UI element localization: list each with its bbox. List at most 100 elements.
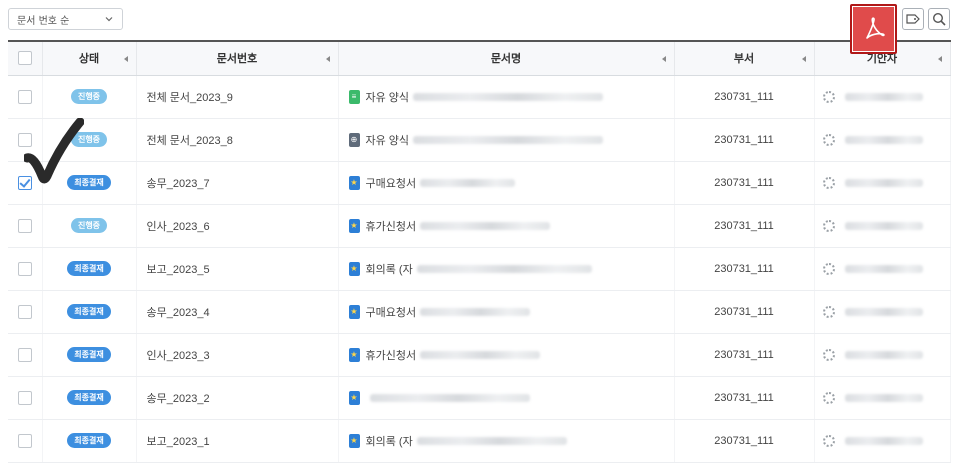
doc-no[interactable]: 송무_2023_2	[147, 393, 210, 405]
document-table: 상태 문서번호 문서명 부서 기안자 진행중 전체 문서_2023_9 ≡ 자유 양식…	[8, 40, 951, 463]
starred-document-icon: ★	[348, 304, 360, 319]
doc-no-cell: 송무_2023_4	[136, 290, 339, 334]
doc-no[interactable]: 인사_2023_3	[147, 350, 210, 362]
doc-name[interactable]: 자유 양식	[366, 135, 410, 147]
status-badge: 최종결재	[67, 175, 111, 190]
table-row[interactable]: 최종결재 인사_2023_3 ★ 휴가신청서 230731_111	[8, 333, 951, 377]
column-doc-name[interactable]: 문서명	[338, 41, 675, 76]
sort-order-select[interactable]: 문서 번호 순	[8, 8, 123, 30]
doc-name-cell: ≡ 자유 양식	[338, 75, 675, 119]
drafter-cell	[814, 204, 951, 248]
doc-name-cell: ★ 구매요청서	[338, 290, 675, 334]
globe-document-icon: ⊕	[348, 132, 360, 147]
chevron-down-icon	[105, 17, 113, 22]
row-check-cell	[8, 376, 43, 420]
avatar-icon	[822, 219, 835, 232]
tag-button[interactable]	[902, 8, 924, 30]
doc-no[interactable]: 전체 문서_2023_8	[147, 135, 233, 147]
starred-document-icon: ★	[348, 433, 360, 448]
status-badge: 최종결재	[67, 390, 111, 405]
doc-name[interactable]: 휴가신청서	[366, 350, 417, 362]
status-cell: 진행중	[42, 118, 137, 162]
column-doc-name-label: 문서명	[490, 53, 522, 66]
sort-arrow-icon	[123, 56, 128, 62]
redacted-text	[420, 307, 531, 316]
doc-name[interactable]: 회의록 (자	[366, 264, 413, 276]
column-dept-label: 부서	[733, 53, 755, 66]
doc-name[interactable]: 구매요청서	[366, 307, 417, 319]
drafter-cell	[814, 75, 951, 119]
avatar-icon	[822, 176, 835, 189]
doc-name-cell: ★ 휴가신청서	[338, 204, 675, 248]
redacted-text	[420, 178, 516, 187]
row-checkbox[interactable]	[17, 218, 32, 233]
drafter-cell	[814, 247, 951, 291]
column-doc-no[interactable]: 문서번호	[136, 41, 339, 76]
doc-no-cell: 보고_2023_5	[136, 247, 339, 291]
drafter-cell	[814, 161, 951, 205]
table-row[interactable]: 진행중 인사_2023_6 ★ 휴가신청서 230731_111	[8, 204, 951, 248]
select-all-cell	[8, 41, 43, 76]
doc-no-cell: 전체 문서_2023_9	[136, 75, 339, 119]
doc-name[interactable]: 구매요청서	[366, 178, 417, 190]
table-row[interactable]: 최종결재 보고_2023_5 ★ 회의록 (자 230731_111	[8, 247, 951, 291]
redacted-name	[844, 307, 923, 316]
column-status[interactable]: 상태	[42, 41, 137, 76]
doc-no[interactable]: 보고_2023_5	[147, 264, 210, 276]
row-check-cell	[8, 75, 43, 119]
row-checkbox[interactable]	[17, 89, 32, 104]
table-row[interactable]: 진행중 전체 문서_2023_8 ⊕ 자유 양식 230731_111	[8, 118, 951, 162]
redacted-name	[844, 264, 923, 273]
row-checkbox[interactable]	[17, 390, 32, 405]
column-dept[interactable]: 부서	[674, 41, 815, 76]
row-checkbox[interactable]	[17, 261, 32, 276]
dept-cell: 230731_111	[674, 290, 815, 334]
doc-no-cell: 송무_2023_7	[136, 161, 339, 205]
drafter-cell	[814, 376, 951, 420]
column-doc-no-label: 문서번호	[216, 53, 258, 66]
doc-name-cell: ★ 휴가신청서	[338, 333, 675, 377]
row-checkbox[interactable]	[17, 132, 32, 147]
status-badge: 최종결재	[67, 433, 111, 448]
select-all-checkbox[interactable]	[17, 51, 32, 66]
starred-document-icon: ★	[348, 390, 360, 405]
doc-name[interactable]: 자유 양식	[366, 92, 410, 104]
sort-arrow-icon	[937, 56, 942, 62]
row-checkbox[interactable]	[17, 347, 32, 362]
row-check-cell	[8, 419, 43, 463]
row-checkbox[interactable]	[17, 175, 32, 190]
status-badge: 최종결재	[67, 261, 111, 276]
dept: 230731_111	[714, 391, 774, 404]
table-row[interactable]: 진행중 전체 문서_2023_9 ≡ 자유 양식 230731_111	[8, 75, 951, 119]
starred-document-icon: ★	[348, 261, 360, 276]
avatar-icon	[822, 133, 835, 146]
dept: 230731_111	[714, 348, 774, 361]
doc-name-cell: ★ 회의록 (자	[338, 247, 675, 291]
sort-arrow-icon	[661, 56, 666, 62]
row-check-cell	[8, 333, 43, 377]
dept: 230731_111	[714, 305, 774, 318]
dept: 230731_111	[714, 219, 774, 232]
row-check-cell	[8, 161, 43, 205]
status-badge: 최종결재	[67, 304, 111, 319]
doc-no[interactable]: 인사_2023_6	[147, 221, 210, 233]
doc-no[interactable]: 전체 문서_2023_9	[147, 92, 233, 104]
doc-no[interactable]: 보고_2023_1	[147, 436, 210, 448]
table-row[interactable]: 최종결재 송무_2023_7 ★ 구매요청서 230731_111	[8, 161, 951, 205]
doc-name[interactable]: 휴가신청서	[366, 221, 417, 233]
doc-no[interactable]: 송무_2023_7	[147, 178, 210, 190]
pdf-export-button[interactable]	[850, 4, 897, 54]
row-checkbox[interactable]	[17, 304, 32, 319]
redacted-name	[844, 92, 923, 101]
doc-name-cell: ⊕ 자유 양식	[338, 118, 675, 162]
row-checkbox[interactable]	[17, 433, 32, 448]
table-row[interactable]: 최종결재 송무_2023_4 ★ 구매요청서 230731_111	[8, 290, 951, 334]
drafter-cell	[814, 118, 951, 162]
doc-name[interactable]: 회의록 (자	[366, 436, 413, 448]
search-button[interactable]	[928, 8, 950, 30]
table-row[interactable]: 최종결재 송무_2023_2 ★ 230731_111	[8, 376, 951, 420]
redacted-text	[420, 221, 551, 230]
tag-icon	[906, 14, 920, 24]
table-row[interactable]: 최종결재 보고_2023_1 ★ 회의록 (자 230731_111	[8, 419, 951, 463]
doc-no[interactable]: 송무_2023_4	[147, 307, 210, 319]
